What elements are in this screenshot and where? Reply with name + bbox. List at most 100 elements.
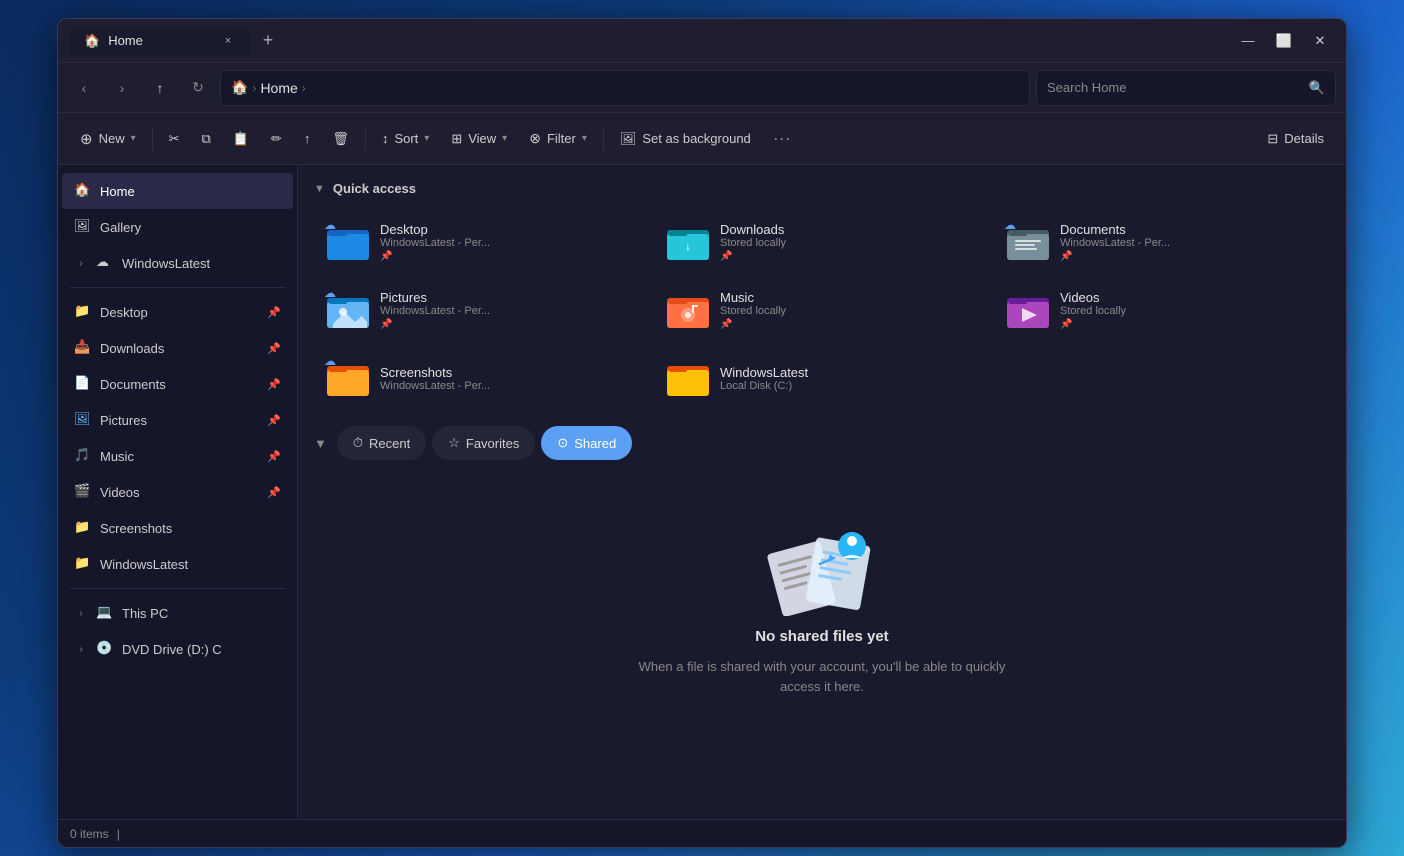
sidebar-label-desktop: Desktop [100, 305, 148, 320]
folder-item-downloads[interactable]: ↓ Downloads Stored locally 📌 [654, 210, 990, 274]
content-area: ▼ Quick access ☁ Desktop [298, 165, 1346, 819]
items-count: 0 items [70, 827, 109, 841]
search-box[interactable]: Search Home 🔍 [1036, 70, 1336, 106]
tab-home-label: Home [108, 33, 143, 48]
music-folder-icon [667, 292, 709, 328]
sidebar-item-screenshots[interactable]: 📁 Screenshots [62, 510, 293, 546]
sort-button[interactable]: ↕ Sort ▾ [372, 121, 439, 157]
documents-sidebar-icon: 📄 [74, 375, 92, 393]
refresh-button[interactable]: ↻ [182, 72, 214, 104]
desktop-folder-text: Desktop WindowsLatest - Per... 📌 [380, 222, 490, 262]
folder-item-pictures[interactable]: ☁ Pictures WindowsLatest - Per... 📌 [314, 278, 650, 342]
tab-favorites[interactable]: ☆ Favorites [432, 426, 535, 460]
downloads-folder-pin: 📌 [720, 251, 786, 262]
up-button[interactable]: ↑ [144, 72, 176, 104]
share-button[interactable]: ↑ [294, 121, 321, 157]
sidebar-item-documents[interactable]: 📄 Documents 📌 [62, 366, 293, 402]
tab-shared-label: Shared [574, 436, 616, 451]
address-bar: ‹ › ↑ ↻ 🏠 › Home › Search Home 🔍 [58, 63, 1346, 113]
details-button[interactable]: ⊟ Details [1257, 121, 1334, 157]
sidebar-item-music[interactable]: 🎵 Music 📌 [62, 438, 293, 474]
sidebar-item-thispc[interactable]: › 💻 This PC [62, 595, 293, 631]
active-tab[interactable]: 🏠 Home × [70, 27, 250, 55]
back-button[interactable]: ‹ [68, 72, 100, 104]
toolbar-sep-2 [365, 127, 366, 151]
toolbar-sep-3 [603, 127, 604, 151]
pictures-icon-wrap: ☁ [326, 288, 370, 332]
videos-folder-sub: Stored locally [1060, 305, 1126, 317]
documents-folder-text: Documents WindowsLatest - Per... 📌 [1060, 222, 1170, 262]
maximize-button[interactable]: ⬜ [1270, 31, 1298, 51]
delete-icon: 🗑 [332, 131, 349, 147]
tab-recent[interactable]: ⏱ Recent [337, 426, 426, 460]
details-label: Details [1284, 131, 1324, 146]
windowslatest-folder-icon [667, 360, 709, 396]
view-chevron: ▾ [502, 133, 507, 144]
tab-close-button[interactable]: × [220, 33, 236, 49]
cloud-badge-desktop: ☁ [324, 218, 340, 234]
videos-folder-pin: 📌 [1060, 319, 1126, 330]
sidebar-label-home: Home [100, 184, 135, 199]
windowslatest-folder-sub: Local Disk (C:) [720, 380, 808, 392]
desktop-folder-sub: WindowsLatest - Per... [380, 237, 490, 249]
more-icon: ··· [773, 128, 791, 149]
view-label: View [468, 131, 496, 146]
music-folder-text: Music Stored locally 📌 [720, 290, 786, 330]
sidebar-label-dvd: DVD Drive (D:) C [122, 642, 222, 657]
new-icon: ⊕ [80, 130, 93, 148]
paste-button[interactable]: 📋 [223, 121, 259, 157]
folders-grid: ☁ Desktop WindowsLatest - Per... 📌 [314, 210, 1330, 410]
sidebar-item-videos[interactable]: 🎬 Videos 📌 [62, 474, 293, 510]
forward-button[interactable]: › [106, 72, 138, 104]
sidebar-item-windowslatest[interactable]: › ☁ WindowsLatest [62, 245, 293, 281]
sidebar-item-pictures[interactable]: 🖼 Pictures 📌 [62, 402, 293, 438]
folder-item-videos[interactable]: Videos Stored locally 📌 [994, 278, 1330, 342]
folder-item-desktop[interactable]: ☁ Desktop WindowsLatest - Per... 📌 [314, 210, 650, 274]
sidebar-label-gallery: Gallery [100, 220, 141, 235]
folder-item-documents[interactable]: ☁ Documents WindowsLatest - Per... [994, 210, 1330, 274]
minimize-button[interactable]: — [1234, 31, 1262, 51]
documents-folder-pin: 📌 [1060, 251, 1170, 262]
copy-button[interactable]: ⧉ [192, 121, 221, 157]
delete-button[interactable]: 🗑 [322, 121, 359, 157]
section-collapse-icon[interactable]: ▼ [314, 436, 327, 451]
pin-icon-downloads: 📌 [267, 342, 281, 355]
sidebar-item-dvd[interactable]: › 💿 DVD Drive (D:) C [62, 631, 293, 667]
desktop-folder-pin: 📌 [380, 251, 490, 262]
new-tab-button[interactable]: + [254, 27, 282, 55]
desktop-folder-name: Desktop [380, 222, 490, 237]
quick-access-chevron: ▼ [314, 183, 325, 195]
pictures-folder-text: Pictures WindowsLatest - Per... 📌 [380, 290, 490, 330]
filter-button[interactable]: ⊗ Filter ▾ [519, 121, 597, 157]
folder-item-windowslatest[interactable]: WindowsLatest Local Disk (C:) [654, 346, 990, 410]
view-icon: ⊞ [451, 131, 462, 147]
desktop-sidebar-icon: 📁 [74, 303, 92, 321]
cut-button[interactable]: ✂ [159, 121, 190, 157]
sidebar-item-gallery[interactable]: 🖼 Gallery [62, 209, 293, 245]
sidebar-item-windowslatest-pinned[interactable]: 📁 WindowsLatest [62, 546, 293, 582]
new-button[interactable]: ⊕ New ▾ [70, 121, 146, 157]
breadcrumb[interactable]: 🏠 › Home › [220, 70, 1030, 106]
videos-icon-wrap [1006, 288, 1050, 332]
recent-icon: ⏱ [353, 435, 363, 451]
quick-access-header[interactable]: ▼ Quick access [314, 177, 1330, 200]
music-sidebar-icon: 🎵 [74, 447, 92, 465]
thispc-expand-icon: › [74, 606, 88, 620]
rename-button[interactable]: ✏ [261, 121, 292, 157]
sidebar-item-desktop[interactable]: 📁 Desktop 📌 [62, 294, 293, 330]
folder-item-music[interactable]: Music Stored locally 📌 [654, 278, 990, 342]
sidebar-item-downloads[interactable]: 📥 Downloads 📌 [62, 330, 293, 366]
more-options-button[interactable]: ··· [763, 121, 801, 157]
screenshots-icon-wrap: ☁ [326, 356, 370, 400]
pin-icon-documents: 📌 [267, 378, 281, 391]
folder-item-screenshots[interactable]: ☁ Screenshots WindowsLatest - Per... [314, 346, 650, 410]
tab-shared[interactable]: ⊙ Shared [541, 426, 632, 460]
set-background-button[interactable]: 🖼 Set as background [610, 121, 761, 157]
sidebar: 🏠 Home 🖼 Gallery › ☁ WindowsLatest 📁 Des… [58, 165, 298, 819]
close-button[interactable]: ✕ [1306, 31, 1334, 51]
sidebar-item-home[interactable]: 🏠 Home [62, 173, 293, 209]
sidebar-label-windowslatest: WindowsLatest [122, 256, 210, 271]
pictures-folder-sub: WindowsLatest - Per... [380, 305, 490, 317]
view-button[interactable]: ⊞ View ▾ [441, 121, 517, 157]
dvd-sidebar-icon: 💿 [96, 640, 114, 658]
